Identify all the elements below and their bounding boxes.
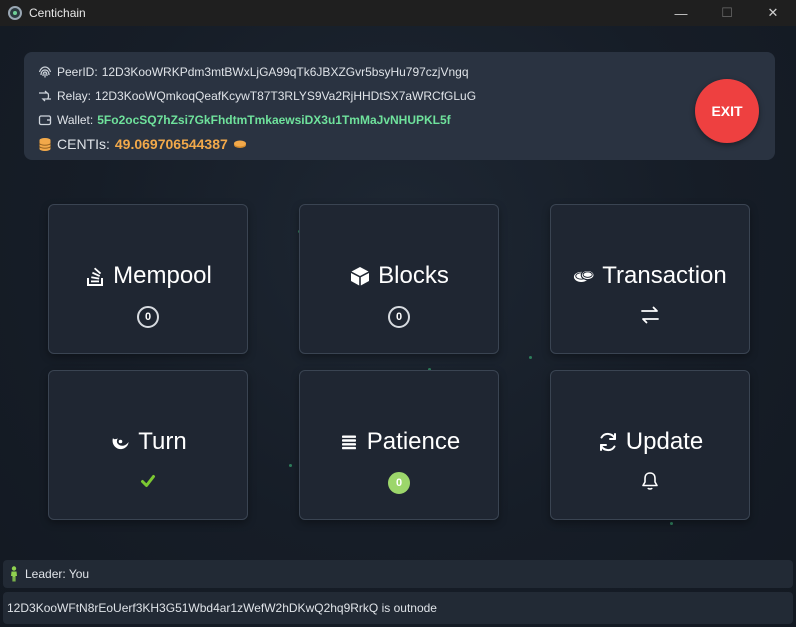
maximize-button[interactable]: ☐ xyxy=(704,0,750,26)
outnode-status-bar: 12D3KooWFtN8rEoUerf3KH3G51Wbd4ar1zWefW2h… xyxy=(3,592,793,624)
transaction-card[interactable]: Transaction xyxy=(550,204,750,354)
transaction-label: Transaction xyxy=(602,262,727,289)
mempool-card[interactable]: Mempool 0 xyxy=(48,204,248,354)
mempool-count-area: 0 xyxy=(49,305,247,329)
patience-label: Patience xyxy=(366,428,461,455)
minimize-button[interactable]: — xyxy=(658,0,704,26)
blocks-count-area: 0 xyxy=(300,305,498,329)
blocks-count-badge: 0 xyxy=(388,306,410,328)
transaction-icon-area xyxy=(551,305,749,329)
turn-card[interactable]: Turn xyxy=(48,370,248,520)
update-icon-area xyxy=(551,471,749,495)
node-info-panel: PeerID: 12D3KooWRKPdm3mtBWxLjGA99qTk6JBX… xyxy=(24,52,775,160)
transaction-header: Transaction xyxy=(551,261,749,291)
exit-button[interactable]: EXIT xyxy=(695,79,759,143)
close-button[interactable]: ✕ xyxy=(750,0,796,26)
fingerprint-icon xyxy=(38,65,52,79)
cube-icon xyxy=(349,265,371,287)
relay-value: 12D3KooWQmkoqQeafKcywT87T3RLYS9Va2RjHHDt… xyxy=(95,89,477,103)
peer-id-label: PeerID: xyxy=(57,65,98,79)
outnode-text: 12D3KooWFtN8rEoUerf3KH3G51Wbd4ar1zWefW2h… xyxy=(7,601,437,615)
relay-label: Relay: xyxy=(57,89,92,103)
wallet-label: Wallet: xyxy=(57,113,94,127)
blocks-card[interactable]: Blocks 0 xyxy=(299,204,499,354)
centis-row: CENTIs: 49.069706544387 xyxy=(38,136,247,152)
blocks-label: Blocks xyxy=(378,262,449,289)
refresh-icon xyxy=(597,431,619,453)
centis-balance: 49.069706544387 xyxy=(114,136,228,152)
stack-overflow-icon xyxy=(84,265,106,287)
title-bar: Centichain — ☐ ✕ xyxy=(0,0,796,26)
turn-label: Turn xyxy=(138,428,187,455)
leader-status-bar: Leader: You xyxy=(3,560,793,588)
layers-icon xyxy=(338,431,360,453)
app-logo-icon xyxy=(8,6,22,20)
wallet-icon xyxy=(38,113,52,127)
wallet-row: Wallet: 5Fo2ocSQ7hZsi7GkFhdtmTmkaewsiDX3… xyxy=(38,113,451,127)
wallet-address[interactable]: 5Fo2ocSQ7hZsi7GkFhdtmTmkaewsiDX3u1TmMaJv… xyxy=(97,113,450,127)
mempool-label: Mempool xyxy=(113,262,212,289)
peer-id-value: 12D3KooWRKPdm3mtBWxLjGA99qTk6JBXZGvr5bsy… xyxy=(101,65,469,79)
window-title: Centichain xyxy=(29,6,86,20)
mempool-count-badge: 0 xyxy=(137,306,159,328)
relay-route-icon xyxy=(38,89,52,103)
relay-row: Relay: 12D3KooWQmkoqQeafKcywT87T3RLYS9Va… xyxy=(38,89,476,103)
coin-icon xyxy=(233,137,247,151)
patience-count-badge: 0 xyxy=(388,472,410,494)
update-label: Update xyxy=(625,428,704,455)
coins-icon xyxy=(573,265,595,287)
centis-label: CENTIs: xyxy=(57,136,110,152)
decor-dot xyxy=(289,464,292,467)
turn-header: Turn xyxy=(49,427,247,457)
window-controls: — ☐ ✕ xyxy=(658,0,796,26)
patience-card[interactable]: Patience 0 xyxy=(299,370,499,520)
patience-count-area: 0 xyxy=(300,471,498,495)
peer-id-row: PeerID: 12D3KooWRKPdm3mtBWxLjGA99qTk6JBX… xyxy=(38,65,469,79)
coin-stack-icon xyxy=(38,137,52,151)
main-area: PeerID: 12D3KooWRKPdm3mtBWxLjGA99qTk6JBX… xyxy=(0,26,796,627)
leader-person-icon xyxy=(9,566,19,582)
checkmark-icon xyxy=(140,473,156,494)
turn-status-area xyxy=(49,471,247,495)
turn-swirl-icon xyxy=(109,431,131,453)
mempool-header: Mempool xyxy=(49,261,247,291)
update-header: Update xyxy=(551,427,749,457)
decor-dot xyxy=(670,522,673,525)
decor-dot xyxy=(529,356,532,359)
arrows-swap-icon xyxy=(640,306,660,329)
update-card[interactable]: Update xyxy=(550,370,750,520)
blocks-header: Blocks xyxy=(300,261,498,291)
patience-header: Patience xyxy=(300,427,498,457)
leader-text: Leader: You xyxy=(25,567,90,581)
bell-icon xyxy=(641,471,659,496)
